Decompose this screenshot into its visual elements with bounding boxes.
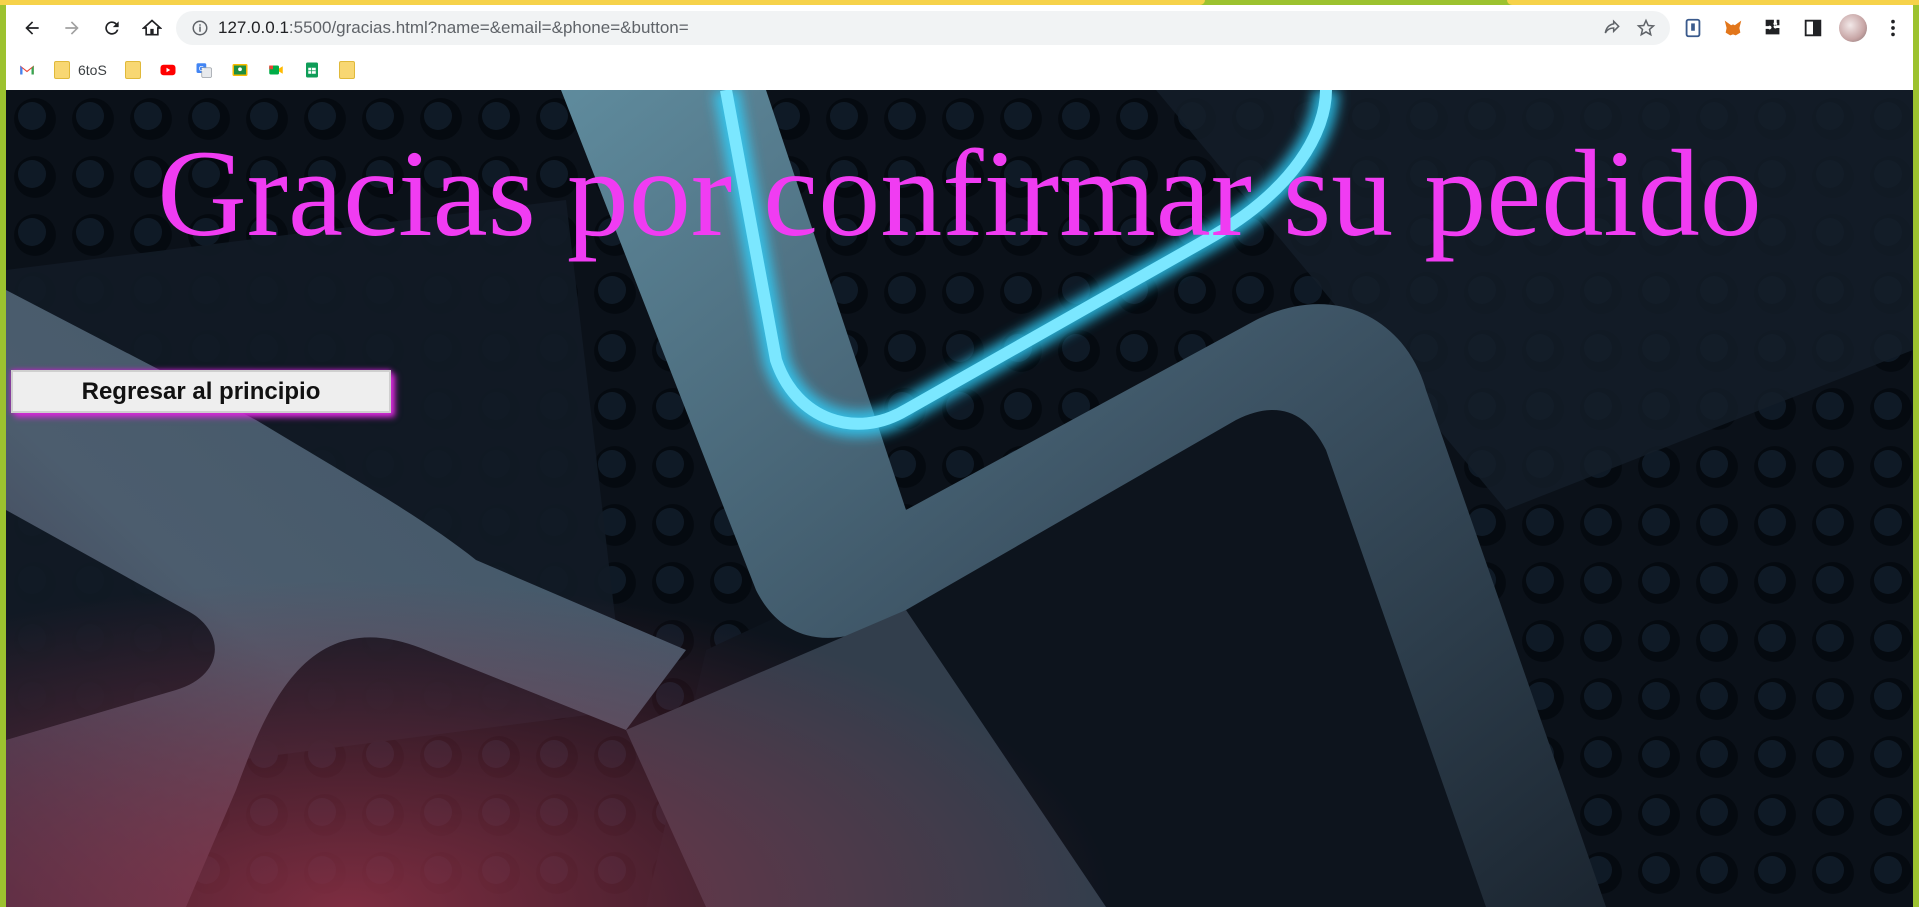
bookmark-youtube[interactable] [159,61,177,79]
address-bar[interactable]: 127.0.0.1:5500/gracias.html?name=&email=… [176,11,1670,45]
home-button[interactable] [132,8,172,48]
forward-arrow-icon [65,20,79,35]
url-path: :5500/gracias.html?name=&email=&phone=&b… [288,18,689,37]
bookmark-folder[interactable] [338,61,355,79]
browser-toolbar: 127.0.0.1:5500/gracias.html?name=&email=… [6,5,1913,50]
translate-icon: G [196,63,212,78]
classroom-icon [232,64,248,76]
reload-button[interactable] [92,8,132,48]
meet-icon [269,65,283,75]
side-panel-icon[interactable] [1798,13,1828,43]
bookmark-translate[interactable]: G [195,61,213,79]
sheets-icon [305,62,318,78]
gmail-icon [20,65,34,75]
url-host: 127.0.0.1 [218,18,289,37]
extension-icon[interactable] [1678,13,1708,43]
svg-text:G: G [199,65,204,73]
forward-button[interactable] [52,8,92,48]
page-title: Gracias por confirmar su pedido [157,125,1762,262]
bookmark-gmail[interactable] [18,61,36,79]
page-content: Gracias por confirmar su pedido Regresar… [6,90,1913,907]
bookmarks-bar: 6toS G [6,50,1913,90]
profile-avatar[interactable] [1838,13,1868,43]
avatar [1839,14,1867,42]
back-arrow-icon [25,20,39,35]
back-to-start-button[interactable]: Regresar al principio [11,370,391,413]
youtube-icon [160,64,176,76]
share-icon[interactable] [1602,18,1622,38]
site-info-icon[interactable] [182,19,218,37]
folder-icon [338,61,355,79]
folder-icon [54,61,70,79]
metamask-icon[interactable] [1718,13,1748,43]
bookmark-sheets[interactable] [303,61,321,79]
bookmark-star-icon[interactable] [1636,18,1656,38]
folder-icon [124,61,141,79]
bookmark-folder[interactable] [124,61,141,79]
home-icon [142,18,162,35]
back-button[interactable] [12,8,52,48]
bookmark-meet[interactable] [267,61,285,79]
bookmark-label: 6toS [78,62,107,78]
bookmark-folder-6tos[interactable]: 6toS [54,61,107,79]
menu-kebab-icon[interactable] [1878,13,1908,43]
reload-icon [105,20,119,35]
url-text[interactable]: 127.0.0.1:5500/gracias.html?name=&email=… [218,18,1602,38]
extensions-puzzle-icon[interactable] [1758,13,1788,43]
bookmark-classroom[interactable] [231,61,249,79]
